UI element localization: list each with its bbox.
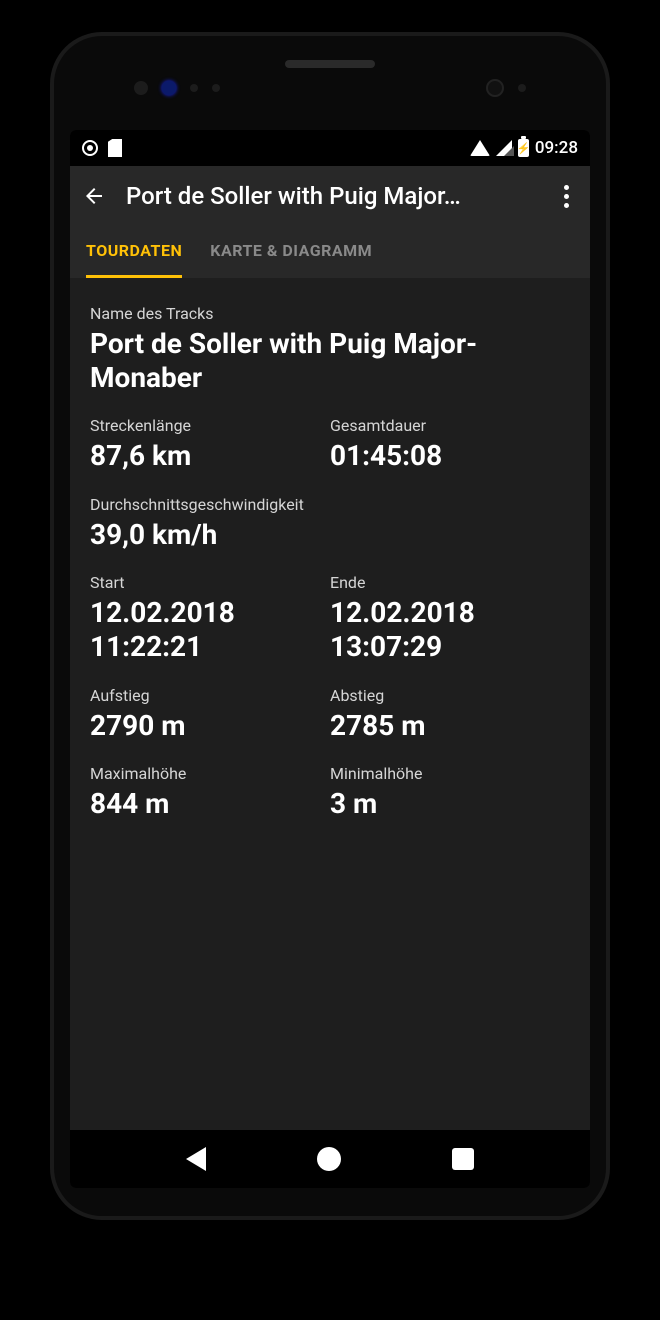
start-label: Start xyxy=(90,573,330,592)
status-time: 09:28 xyxy=(535,138,578,158)
descent-label: Abstieg xyxy=(330,686,570,705)
end-label: Ende xyxy=(330,573,570,592)
track-name-label: Name des Tracks xyxy=(90,304,570,323)
min-alt-block: Minimalhöhe 3 m xyxy=(330,764,570,821)
avg-speed-block: Durchschnittsgeschwindigkeit 39,0 km/h xyxy=(90,495,570,552)
speaker-grille xyxy=(285,60,375,68)
nav-home-button[interactable] xyxy=(317,1147,341,1171)
wifi-icon xyxy=(470,140,490,156)
descent-block: Abstieg 2785 m xyxy=(330,686,570,743)
sensor-row xyxy=(54,76,606,100)
tab-karte-diagramm[interactable]: KARTE & DIAGRAMM xyxy=(210,226,372,278)
tab-bar: TOURDATEN KARTE & DIAGRAMM xyxy=(70,226,590,278)
min-alt-value: 3 m xyxy=(330,787,570,821)
distance-value: 87,6 km xyxy=(90,439,330,473)
descent-value: 2785 m xyxy=(330,709,570,743)
start-block: Start 12.02.2018 11:22:21 xyxy=(90,573,330,663)
status-bar: ⚡ 09:28 xyxy=(70,130,590,166)
appbar-title: Port de Soller with Puig Major… xyxy=(126,182,534,210)
notification-icon xyxy=(82,140,98,156)
end-block: Ende 12.02.2018 13:07:29 xyxy=(330,573,570,663)
android-nav-bar xyxy=(70,1130,590,1188)
screen: ⚡ 09:28 Port de Soller with Puig Major… … xyxy=(70,130,590,1188)
cell-signal-icon xyxy=(496,140,512,156)
front-camera xyxy=(486,79,504,97)
start-value: 12.02.2018 11:22:21 xyxy=(90,596,330,663)
nav-back-button[interactable] xyxy=(186,1147,206,1171)
tab-tourdaten[interactable]: TOURDATEN xyxy=(86,226,182,278)
back-button[interactable] xyxy=(80,182,108,210)
end-value: 12.02.2018 13:07:29 xyxy=(330,596,570,663)
more-vert-icon xyxy=(564,185,569,208)
track-name-block: Name des Tracks Port de Soller with Puig… xyxy=(90,304,570,394)
power-button[interactable] xyxy=(606,398,612,508)
avg-speed-label: Durchschnittsgeschwindigkeit xyxy=(90,495,570,514)
phone-frame: ⚡ 09:28 Port de Soller with Puig Major… … xyxy=(54,36,606,1216)
ascent-label: Aufstieg xyxy=(90,686,330,705)
duration-label: Gesamtdauer xyxy=(330,416,570,435)
distance-block: Streckenlänge 87,6 km xyxy=(90,416,330,473)
nav-recents-button[interactable] xyxy=(452,1148,474,1170)
overflow-menu-button[interactable] xyxy=(552,182,580,210)
ascent-value: 2790 m xyxy=(90,709,330,743)
battery-icon: ⚡ xyxy=(518,139,529,157)
app-bar: Port de Soller with Puig Major… xyxy=(70,166,590,226)
ascent-block: Aufstieg 2790 m xyxy=(90,686,330,743)
arrow-back-icon xyxy=(82,184,106,208)
content-scroll[interactable]: Name des Tracks Port de Soller with Puig… xyxy=(70,278,590,1130)
min-alt-label: Minimalhöhe xyxy=(330,764,570,783)
max-alt-label: Maximalhöhe xyxy=(90,764,330,783)
track-name-value: Port de Soller with Puig Major-Monaber xyxy=(90,327,570,394)
max-alt-block: Maximalhöhe 844 m xyxy=(90,764,330,821)
sd-card-icon xyxy=(108,139,122,157)
max-alt-value: 844 m xyxy=(90,787,330,821)
duration-block: Gesamtdauer 01:45:08 xyxy=(330,416,570,473)
distance-label: Streckenlänge xyxy=(90,416,330,435)
duration-value: 01:45:08 xyxy=(330,439,570,473)
avg-speed-value: 39,0 km/h xyxy=(90,518,570,552)
